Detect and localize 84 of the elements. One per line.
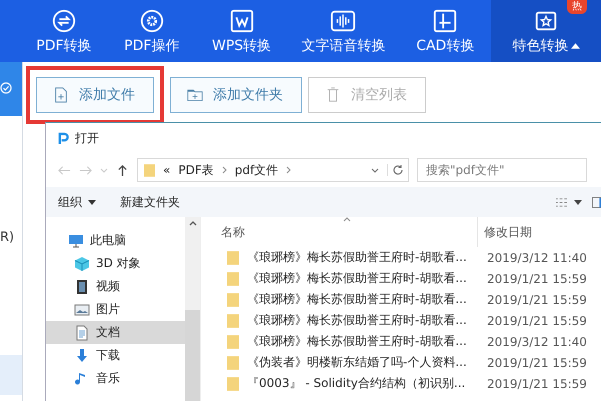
- navigation-item[interactable]: 此电脑: [46, 229, 185, 252]
- view-options-icon[interactable]: [555, 196, 568, 208]
- modified-date: 2019/3/12 11:40: [487, 250, 587, 264]
- document-icon: [74, 324, 90, 340]
- search-field[interactable]: 搜索"pdf文件": [417, 158, 587, 182]
- dropdown-caret-icon[interactable]: [574, 200, 582, 204]
- modified-date: 2019/3/12 11:40: [487, 334, 587, 348]
- gear-icon: [138, 8, 165, 34]
- tab-label: 文字语音转换: [301, 36, 386, 54]
- add-file-button[interactable]: 添加文件: [36, 77, 154, 113]
- nav-tab[interactable]: WPS转换: [196, 0, 288, 62]
- w-letter-icon: [228, 8, 255, 34]
- scroll-thumb[interactable]: [185, 310, 200, 401]
- column-header[interactable]: 修改日期: [477, 217, 532, 247]
- caret-up-icon: [570, 42, 580, 48]
- check-circle-icon: [0, 82, 12, 94]
- modified-date: 2019/1/21 15:59: [487, 292, 587, 306]
- file-name[interactable]: 《琅琊榜》梅长苏假助誉王府时-胡歌看...: [247, 291, 479, 308]
- file-name[interactable]: 《伪装者》明楼靳东结婚了吗-个人资料...: [247, 354, 479, 371]
- file-name[interactable]: 《琅琊榜》梅长苏假助誉王府时-胡歌看...: [247, 270, 479, 287]
- file-name[interactable]: 《琅琊榜》梅长苏假助誉王府时-胡歌看...: [247, 249, 479, 266]
- scrollbar[interactable]: [185, 217, 200, 401]
- chevron-icon: [222, 166, 227, 174]
- folder-icon: [227, 250, 239, 266]
- dialog-title: 打开: [75, 130, 99, 146]
- breadcrumb-item[interactable]: pdf文件: [234, 162, 278, 178]
- organize-menu[interactable]: 组织: [58, 194, 96, 210]
- file-name[interactable]: 《琅琊榜》梅长苏假助誉王府时-胡歌看...: [247, 333, 479, 350]
- refresh-icon[interactable]: [387, 164, 404, 176]
- navigation-item[interactable]: 图片: [46, 298, 185, 321]
- navigation-item[interactable]: 3D 对象: [46, 252, 185, 275]
- folder-icon: [144, 162, 155, 178]
- folder-icon: [227, 334, 239, 350]
- tab-label: CAD转换: [416, 36, 474, 54]
- nav-tab[interactable]: PDF操作: [108, 0, 196, 62]
- tab-label: 特色转换: [512, 36, 569, 54]
- navigation-item[interactable]: 视频: [46, 275, 185, 298]
- add-folder-button[interactable]: 添加文件夹: [170, 77, 302, 113]
- cut-off-text: R): [0, 230, 16, 245]
- nav-tab[interactable]: 特色转换 热: [491, 0, 601, 62]
- trash-icon: [325, 87, 341, 103]
- breadcrumb-item[interactable]: «: [163, 163, 170, 177]
- folder-icon: [227, 292, 239, 308]
- nav-tab[interactable]: 文字语音转换: [288, 0, 400, 62]
- nav-tab[interactable]: CAD转换: [399, 0, 492, 62]
- new-folder-button[interactable]: 新建文件夹: [120, 194, 180, 210]
- file-name[interactable]: 《琅琊榜》梅长苏假助誉王府时-胡歌看...: [247, 312, 479, 329]
- dropdown-caret-icon: [88, 200, 96, 204]
- folder-icon: [227, 376, 239, 392]
- folder-plus-icon: [187, 87, 203, 103]
- p-logo-icon: [58, 132, 69, 144]
- convert-arrows-icon: [50, 8, 77, 34]
- chevron-icon: [286, 166, 292, 174]
- breadcrumb-item[interactable]: PDF表: [178, 162, 214, 178]
- modified-date: 2019/1/21 15:59: [487, 272, 587, 286]
- computer-icon: [68, 232, 84, 248]
- side-panel-selected-row: [0, 355, 22, 395]
- dropdown-caret-icon[interactable]: [371, 168, 379, 172]
- folder-icon: [227, 354, 239, 370]
- navigation-item[interactable]: 音乐: [46, 367, 185, 390]
- modified-date: 2019/1/21 15:59: [487, 376, 587, 390]
- column-header[interactable]: 名称: [221, 224, 477, 240]
- scroll-up-icon[interactable]: [188, 221, 196, 226]
- tab-label: PDF转换: [36, 36, 92, 54]
- cad-icon: [432, 8, 458, 34]
- folder-icon: [227, 270, 239, 286]
- file-name[interactable]: 『0003』 - Solidity合约结构（初识别...: [247, 375, 479, 392]
- modified-date: 2019/1/21 15:59: [487, 356, 587, 370]
- address-bar[interactable]: « PDF表 pdf文件: [137, 158, 409, 182]
- folder-icon: [227, 312, 239, 328]
- down-arrow-icon: [74, 348, 90, 364]
- navigation-item[interactable]: 下载: [46, 344, 185, 367]
- picture-icon: [74, 302, 90, 318]
- tab-label: PDF操作: [124, 36, 180, 54]
- file-plus-icon: [53, 87, 69, 103]
- navigation-item[interactable]: 文档: [46, 321, 185, 344]
- film-icon: [74, 278, 90, 294]
- tab-label: WPS转换: [212, 36, 272, 54]
- up-arrow-icon[interactable]: [116, 164, 129, 176]
- sort-caret-icon: [343, 217, 351, 222]
- cube-icon: [74, 256, 90, 272]
- hot-badge: 热: [567, 0, 587, 14]
- modified-date: 2019/1/21 15:59: [487, 314, 587, 328]
- nav-tab[interactable]: PDF转换: [20, 0, 108, 62]
